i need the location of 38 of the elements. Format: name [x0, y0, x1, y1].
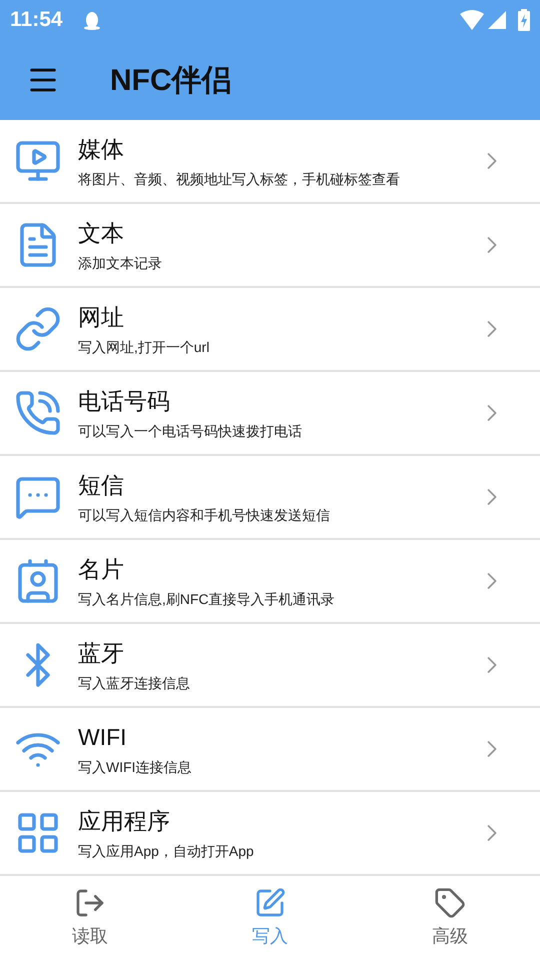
item-subtitle: 写入WIFI连接信息	[78, 758, 193, 777]
link-icon	[14, 305, 62, 353]
item-subtitle: 写入网址,打开一个url	[78, 338, 210, 357]
status-time: 11:54	[10, 7, 63, 34]
list-item[interactable]: 电话号码 可以写入一个电话号码快速拨打电话	[0, 372, 540, 456]
app-title: NFC伴侣	[110, 62, 232, 98]
list-item[interactable]: 短信 可以写入短信内容和手机号快速发送短信	[0, 456, 540, 540]
list-item[interactable]: WIFI 写入WIFI连接信息	[0, 708, 540, 792]
item-title: 文本	[78, 219, 125, 248]
nav-tab[interactable]: 高级	[360, 876, 540, 960]
cell-signal-icon	[488, 11, 506, 29]
list-item[interactable]: 网址 写入网址,打开一个url	[0, 288, 540, 372]
list-item[interactable]: 蓝牙 写入蓝牙连接信息	[0, 624, 540, 708]
nav-tab[interactable]: 读取	[0, 876, 180, 960]
list-item[interactable]: 文本 添加文本记录	[0, 204, 540, 288]
phone-icon	[14, 389, 62, 437]
item-subtitle: 可以写入一个电话号码快速拨打电话	[78, 422, 303, 441]
item-subtitle: 添加文本记录	[78, 254, 163, 273]
item-subtitle: 写入名片信息,刷NFC直接导入手机通讯录	[78, 590, 336, 609]
item-title: 媒体	[78, 135, 125, 164]
item-title: 应用程序	[78, 807, 171, 836]
list-item[interactable]: 媒体 将图片、音频、视频地址写入标签，手机碰标签查看	[0, 120, 540, 204]
item-title: 名片	[78, 555, 125, 584]
item-title: WIFI	[78, 723, 128, 752]
tag-icon	[434, 886, 466, 918]
item-subtitle: 可以写入短信内容和手机号快速发送短信	[78, 506, 331, 525]
item-title: 蓝牙	[78, 639, 125, 668]
exit-icon	[74, 886, 106, 918]
item-title: 电话号码	[78, 387, 171, 416]
item-subtitle: 写入应用App，自动打开App	[78, 842, 255, 861]
battery-icon	[518, 9, 530, 31]
item-title: 短信	[78, 471, 125, 500]
item-title: 网址	[78, 303, 125, 332]
list-item[interactable]: 名片 写入名片信息,刷NFC直接导入手机通讯录	[0, 540, 540, 624]
wifi-signal-icon	[460, 10, 484, 30]
item-subtitle: 将图片、音频、视频地址写入标签，手机碰标签查看	[78, 170, 401, 189]
item-subtitle: 写入蓝牙连接信息	[78, 674, 191, 693]
edit-icon	[254, 886, 286, 918]
